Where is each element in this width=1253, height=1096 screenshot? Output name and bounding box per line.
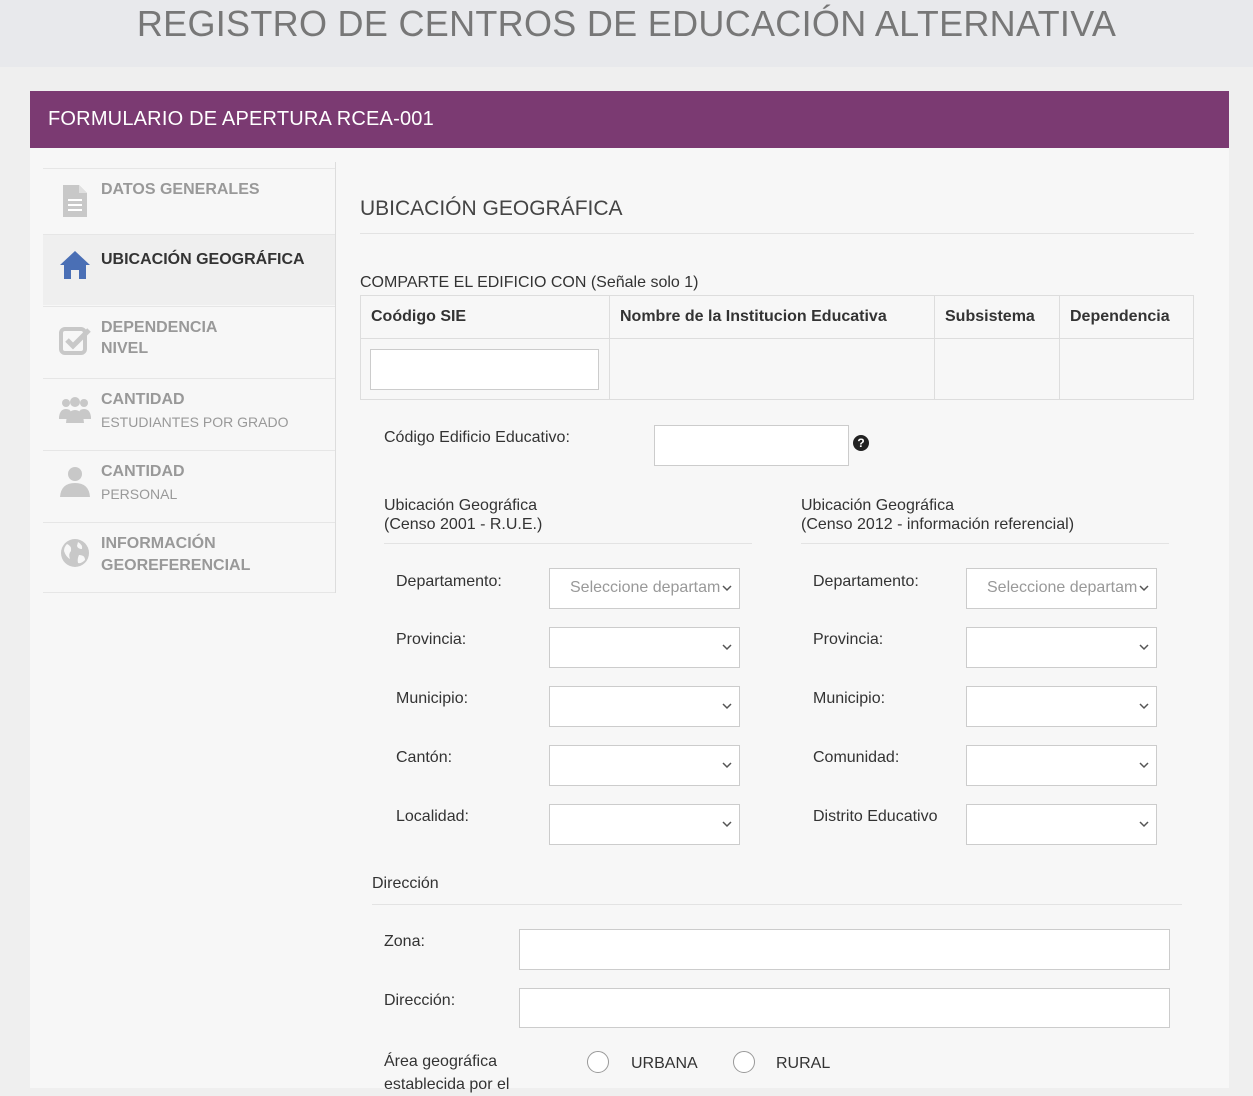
sidebar-item-title: UBICACIÓN GEOGRÁFICA xyxy=(101,251,305,268)
section-title: UBICACIÓN GEOGRÁFICA xyxy=(360,197,623,220)
sidebar-item-title: CANTIDAD xyxy=(101,391,185,408)
sidebar-item-title: CANTIDAD xyxy=(101,463,185,480)
departamento-2012-label: Departamento: xyxy=(813,573,919,590)
codigo-edificio-label: Código Edificio Educativo: xyxy=(384,429,570,446)
left-geo-heading-line1: Ubicación Geográfica xyxy=(384,497,537,514)
sidebar-item-cantidad-personal[interactable]: CANTIDAD PERSONAL xyxy=(43,450,335,521)
sidebar-nav: DATOS GENERALES UBICACIÓN GEOGRÁFICA DEP… xyxy=(43,162,336,593)
sidebar-item-datos-generales[interactable]: DATOS GENERALES xyxy=(43,168,335,239)
radio-urbana[interactable] xyxy=(587,1051,609,1073)
area-geografica-label-line2: establecida por el xyxy=(384,1076,510,1093)
chevron-down-icon xyxy=(1139,821,1149,828)
departamento-select[interactable]: Seleccione departamento xyxy=(549,568,740,609)
distrito-educativo-select[interactable] xyxy=(966,804,1157,845)
chevron-down-icon xyxy=(1139,585,1149,592)
chevron-down-icon xyxy=(722,821,732,828)
left-geo-heading-line2: (Censo 2001 - R.U.E.) xyxy=(384,516,543,533)
question-circle-icon[interactable]: ? xyxy=(853,435,869,451)
form-title: FORMULARIO DE APERTURA RCEA-001 xyxy=(48,108,434,130)
table-cell xyxy=(1059,338,1194,400)
users-icon xyxy=(59,397,91,423)
column-header-subsistema: Subsistema xyxy=(934,295,1060,339)
codigo-sie-input[interactable] xyxy=(370,348,599,390)
table-row xyxy=(360,338,1194,400)
canton-select[interactable] xyxy=(549,745,740,786)
provincia-select[interactable] xyxy=(549,627,740,668)
provincia-label: Provincia: xyxy=(396,631,467,648)
radio-rural[interactable] xyxy=(733,1051,755,1073)
sidebar-item-cantidad-estudiantes[interactable]: CANTIDAD ESTUDIANTES POR GRADO xyxy=(43,378,335,449)
right-geo-divider xyxy=(801,543,1169,544)
direccion-divider xyxy=(372,904,1182,905)
section-divider xyxy=(360,233,1194,234)
left-geo-heading: Ubicación Geográfica (Censo 2001 - R.U.E… xyxy=(384,496,542,534)
direccion-heading: Dirección xyxy=(372,875,439,892)
chevron-down-icon xyxy=(1139,762,1149,769)
codigo-edificio-input[interactable] xyxy=(654,425,849,466)
right-geo-heading-line2: (Censo 2012 - información referencial) xyxy=(801,516,1075,533)
form-header: FORMULARIO DE APERTURA RCEA-001 xyxy=(30,91,1229,148)
document-icon xyxy=(63,185,87,217)
municipio-2012-select[interactable] xyxy=(966,686,1157,727)
radio-rural-label[interactable]: RURAL xyxy=(776,1055,830,1073)
column-header-nombre: Nombre de la Institucion Educativa xyxy=(609,295,935,339)
column-header-dependencia: Dependencia xyxy=(1059,295,1194,339)
globe-icon xyxy=(61,539,89,567)
sidebar-item-title: INFORMACIÓN xyxy=(101,535,216,552)
sidebar-item-subtitle: PERSONAL xyxy=(101,486,178,502)
chevron-down-icon xyxy=(722,585,732,592)
sidebar-item-subtitle: ESTUDIANTES POR GRADO xyxy=(101,414,289,430)
localidad-label: Localidad: xyxy=(396,808,469,825)
sidebar-item-georeferencial[interactable]: INFORMACIÓN GEOREFERENCIAL xyxy=(43,522,335,593)
chevron-down-icon xyxy=(1139,703,1149,710)
departamento-label: Departamento: xyxy=(396,573,502,590)
provincia-2012-select[interactable] xyxy=(966,627,1157,668)
sidebar-item-title: DEPENDENCIA xyxy=(101,319,218,336)
sidebar-item-title: DATOS GENERALES xyxy=(101,181,260,198)
area-geografica-label-line1: Área geográfica xyxy=(384,1053,497,1070)
table-cell xyxy=(360,338,610,400)
right-geo-heading-line1: Ubicación Geográfica xyxy=(801,497,954,514)
right-geo-heading: Ubicación Geográfica (Censo 2012 - infor… xyxy=(801,496,1074,534)
localidad-select[interactable] xyxy=(549,804,740,845)
municipio-select[interactable] xyxy=(549,686,740,727)
direccion-input[interactable] xyxy=(519,988,1170,1028)
municipio-label: Municipio: xyxy=(396,690,469,707)
sidebar-item-dependencia[interactable]: DEPENDENCIA NIVEL xyxy=(43,306,335,377)
radio-urbana-label[interactable]: URBANA xyxy=(631,1055,698,1073)
comunidad-label: Comunidad: xyxy=(813,749,900,766)
zona-input[interactable] xyxy=(519,929,1170,970)
departamento-2012-select[interactable]: Seleccione departamento xyxy=(966,568,1157,609)
zona-label: Zona: xyxy=(384,933,425,950)
home-icon xyxy=(60,251,90,279)
provincia-2012-label: Provincia: xyxy=(813,631,884,648)
user-icon xyxy=(60,467,90,497)
table-cell xyxy=(609,338,935,400)
chevron-down-icon xyxy=(722,762,732,769)
distrito-educativo-label: Distrito Educativo xyxy=(813,808,938,825)
municipio-2012-label: Municipio: xyxy=(813,690,886,707)
page-title: REGISTRO DE CENTROS DE EDUCACIÓN ALTERNA… xyxy=(136,3,1117,44)
departamento-2012-placeholder: Seleccione departamento xyxy=(987,579,1137,596)
checkbox-icon xyxy=(59,327,91,355)
area-geografica-label: Área geográfica establecida por el xyxy=(384,1050,509,1096)
sidebar-item-subtitle: NIVEL xyxy=(101,340,149,357)
canton-label: Cantón: xyxy=(396,749,453,766)
table-cell xyxy=(934,338,1060,400)
sidebar-item-subtitle: GEOREFERENCIAL xyxy=(101,557,251,574)
chevron-down-icon xyxy=(722,644,732,651)
column-header-codigo-sie: Coódigo SIE xyxy=(360,295,610,339)
departamento-placeholder: Seleccione departamento xyxy=(570,579,720,596)
chevron-down-icon xyxy=(1139,644,1149,651)
chevron-down-icon xyxy=(722,703,732,710)
comunidad-select[interactable] xyxy=(966,745,1157,786)
direccion-label: Dirección: xyxy=(384,992,456,1009)
share-building-label: COMPARTE EL EDIFICIO CON (Señale solo 1) xyxy=(360,274,699,291)
share-building-table: Coódigo SIE Nombre de la Institucion Edu… xyxy=(360,295,1194,400)
left-geo-divider xyxy=(384,543,752,544)
sidebar-item-ubicacion[interactable]: UBICACIÓN GEOGRÁFICA xyxy=(43,234,335,305)
top-banner: REGISTRO DE CENTROS DE EDUCACIÓN ALTERNA… xyxy=(0,0,1253,67)
